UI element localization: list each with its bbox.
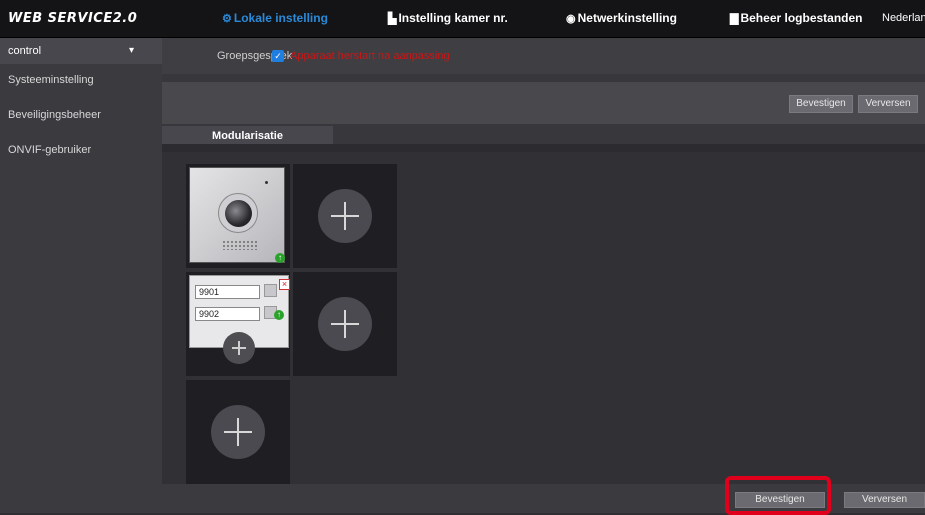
room-number-field-1[interactable]: 9901 <box>195 285 260 299</box>
refresh-button[interactable]: Verversen <box>858 95 918 113</box>
main-panel: Groepsgesprek ✓ Apparaat herstart na aan… <box>162 38 925 515</box>
add-module-slot[interactable] <box>293 272 397 376</box>
bottom-confirm-button[interactable]: Bevestigen <box>735 492 825 508</box>
add-room-icon[interactable] <box>223 332 255 364</box>
sidebar-item-onvif[interactable]: ONVIF-gebruiker <box>0 137 162 163</box>
move-up-icon[interactable]: ↑ <box>274 310 284 320</box>
globe-icon: ◉ <box>566 13 576 25</box>
camera-module-image <box>189 167 285 263</box>
camera-lens-icon <box>225 200 252 227</box>
tab-modularisatie[interactable]: Modularisatie <box>162 126 333 146</box>
top-navigation-bar: WEB SERVICE2.0 ⚙ Lokale instelling ▙ Inste… <box>0 0 925 38</box>
group-call-row: Groepsgesprek ✓ Apparaat herstart na aan… <box>162 38 925 74</box>
building-icon: ▙ <box>388 13 397 25</box>
sidebar-item-beveiligingsbeheer[interactable]: Beveiligingsbeheer <box>0 102 162 128</box>
camera-lens-housing <box>218 193 258 233</box>
tab-instelling-kamer[interactable]: ▙ Instelling kamer nr. <box>388 11 508 25</box>
tab-strip <box>162 144 925 152</box>
add-icon <box>318 189 372 243</box>
tab-lokale-instelling[interactable]: ⚙ Lokale instelling <box>222 11 328 25</box>
speaker-grille-icon <box>222 240 258 250</box>
tab-label: Beheer logbestanden <box>740 11 863 25</box>
tab-label: Lokale instelling <box>233 11 328 25</box>
restart-warning: Apparaat herstart na aanpassing <box>290 50 450 62</box>
group-call-checkbox[interactable]: ✓ <box>272 50 284 62</box>
language-selector[interactable]: Nederland <box>882 12 925 24</box>
sidebar-item-label: Beveiligingsbeheer <box>8 109 101 121</box>
bell-button-icon[interactable] <box>264 284 277 297</box>
room-button-module[interactable]: 9901 9902 × ↑ <box>186 272 290 376</box>
bottom-action-bar: Bevestigen Verversen <box>162 484 925 513</box>
module-grid: ↑ 9901 9902 × ↑ <box>162 152 925 513</box>
document-icon: ▇ <box>730 13 739 25</box>
confirm-button[interactable]: Bevestigen <box>789 95 853 113</box>
add-icon <box>318 297 372 351</box>
sidebar-item-label: Systeeminstelling <box>8 74 94 86</box>
sidebar-item-label: ONVIF-gebruiker <box>8 144 92 156</box>
room-number-field-2[interactable]: 9902 <box>195 307 260 321</box>
chevron-down-icon: ▾ <box>128 45 134 56</box>
tab-label: Instelling kamer nr. <box>398 11 508 25</box>
close-icon[interactable]: × <box>279 279 290 290</box>
gear-icon: ⚙ <box>222 13 232 25</box>
camera-sensor-dot <box>265 181 268 184</box>
sidebar-item-control[interactable]: control ▾ <box>0 38 162 64</box>
tab-netwerkinstelling[interactable]: ◉ Netwerkinstelling <box>566 11 677 25</box>
add-icon <box>211 405 265 459</box>
bottom-refresh-button[interactable]: Verversen <box>844 492 925 508</box>
move-up-icon[interactable]: ↑ <box>275 253 285 263</box>
app-logo: WEB SERVICE2.0 <box>8 11 138 26</box>
add-module-slot[interactable] <box>186 380 290 484</box>
camera-module[interactable]: ↑ <box>186 164 290 268</box>
sidebar: control ▾ Systeeminstelling Beveiligings… <box>0 38 162 513</box>
tab-label: Netwerkinstelling <box>577 11 677 25</box>
add-module-slot[interactable] <box>293 164 397 268</box>
sidebar-item-label: control <box>8 45 42 57</box>
action-toolbar: Bevestigen Verversen <box>162 82 925 124</box>
tab-beheer-logbestanden[interactable]: ▇ Beheer logbestanden <box>730 11 863 25</box>
sidebar-item-systeeminstelling[interactable]: Systeeminstelling <box>0 67 162 93</box>
